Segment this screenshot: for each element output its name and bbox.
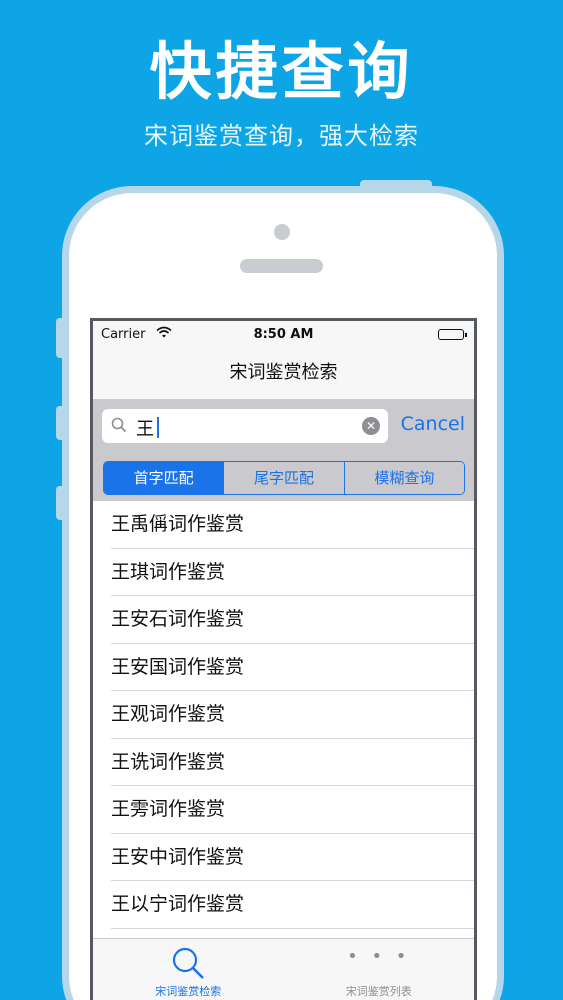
search-input[interactable]: 王 ✕	[102, 409, 388, 443]
segment-fuzzy-search[interactable]: 模糊查询	[343, 462, 464, 494]
text-cursor	[157, 417, 159, 438]
tab-search[interactable]: 宋词鉴赏检索	[93, 939, 284, 1000]
segment-prefix-match[interactable]: 首字匹配	[104, 462, 224, 494]
list-item[interactable]: 王安国词作鉴赏	[93, 644, 474, 692]
list-item[interactable]: 王以宁词作鉴赏	[93, 881, 474, 929]
search-input-value: 王	[136, 419, 154, 440]
clear-icon[interactable]: ✕	[362, 417, 380, 435]
status-time: 8:50 AM	[253, 327, 314, 342]
tab-list-label: 宋词鉴赏列表	[345, 985, 412, 998]
nav-title: 宋词鉴赏检索	[93, 347, 474, 399]
phone-camera	[274, 224, 290, 240]
phone-speaker	[240, 259, 323, 273]
search-icon	[170, 945, 206, 985]
promo-subline: 宋词鉴赏查询，强大检索	[144, 122, 419, 150]
status-bar: Carrier 8:50 AM	[93, 321, 474, 347]
tab-list[interactable]: • • • 宋词鉴赏列表	[284, 939, 475, 1000]
results-list: 王禹偁词作鉴赏 王琪词作鉴赏 王安石词作鉴赏 王安国词作鉴赏 王观词作鉴赏 王诜…	[93, 501, 474, 941]
list-item[interactable]: 王诜词作鉴赏	[93, 739, 474, 787]
search-icon	[111, 417, 127, 437]
list-item[interactable]: 王雱词作鉴赏	[93, 786, 474, 834]
segment-suffix-match[interactable]: 尾字匹配	[223, 462, 344, 494]
list-item[interactable]: 王琪词作鉴赏	[93, 549, 474, 597]
match-mode-segmented-control: 首字匹配 尾字匹配 模糊查询	[103, 461, 465, 495]
list-item[interactable]: 王禹偁词作鉴赏	[93, 501, 474, 549]
cancel-button[interactable]: Cancel	[401, 413, 465, 435]
tab-search-label: 宋词鉴赏检索	[155, 985, 222, 998]
list-item[interactable]: 王安石词作鉴赏	[93, 596, 474, 644]
battery-icon	[438, 329, 467, 340]
list-item[interactable]: 王观词作鉴赏	[93, 691, 474, 739]
phone-screen: Carrier 8:50 AM 宋词鉴赏检索 王 ✕ Cancel 首字匹配 尾…	[90, 318, 477, 1000]
list-item[interactable]: 王安中词作鉴赏	[93, 834, 474, 882]
more-icon: • • •	[347, 946, 411, 967]
promo-headline: 快捷查询	[149, 35, 414, 108]
tab-bar: 宋词鉴赏检索 • • • 宋词鉴赏列表	[93, 938, 474, 1000]
